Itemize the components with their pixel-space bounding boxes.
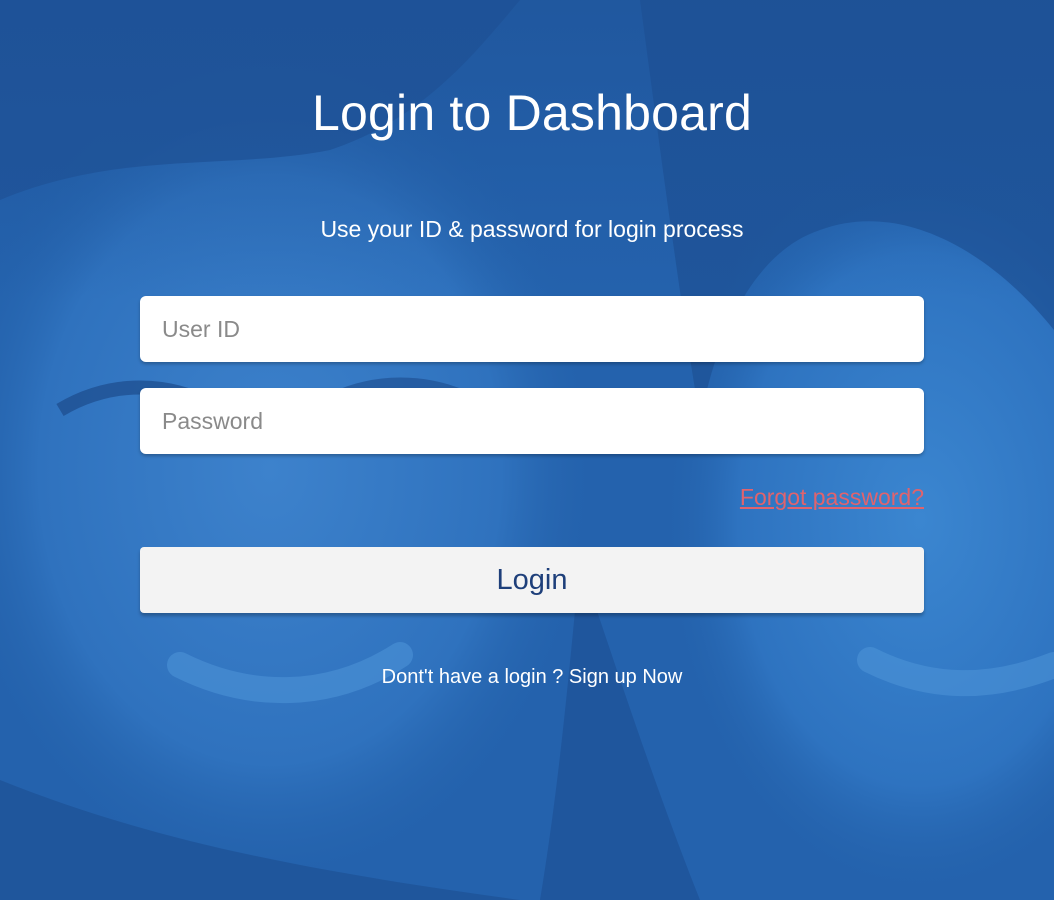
password-input[interactable]	[140, 388, 924, 454]
signup-link[interactable]: Dont't have a login ? Sign up Now	[382, 666, 683, 688]
user-id-input[interactable]	[140, 296, 924, 362]
forgot-password-link[interactable]: Forgot password?	[740, 482, 924, 512]
login-button[interactable]: Login	[140, 547, 924, 613]
login-form-area: Login to Dashboard Use your ID & passwor…	[0, 0, 1054, 900]
page-title: Login to Dashboard	[311, 85, 753, 141]
signup-prompt: Dont't have a login ? Sign up Now	[0, 664, 1054, 690]
page-subtitle: Use your ID & password for login process	[320, 216, 744, 242]
login-page: Login to Dashboard Use your ID & passwor…	[0, 0, 1054, 900]
